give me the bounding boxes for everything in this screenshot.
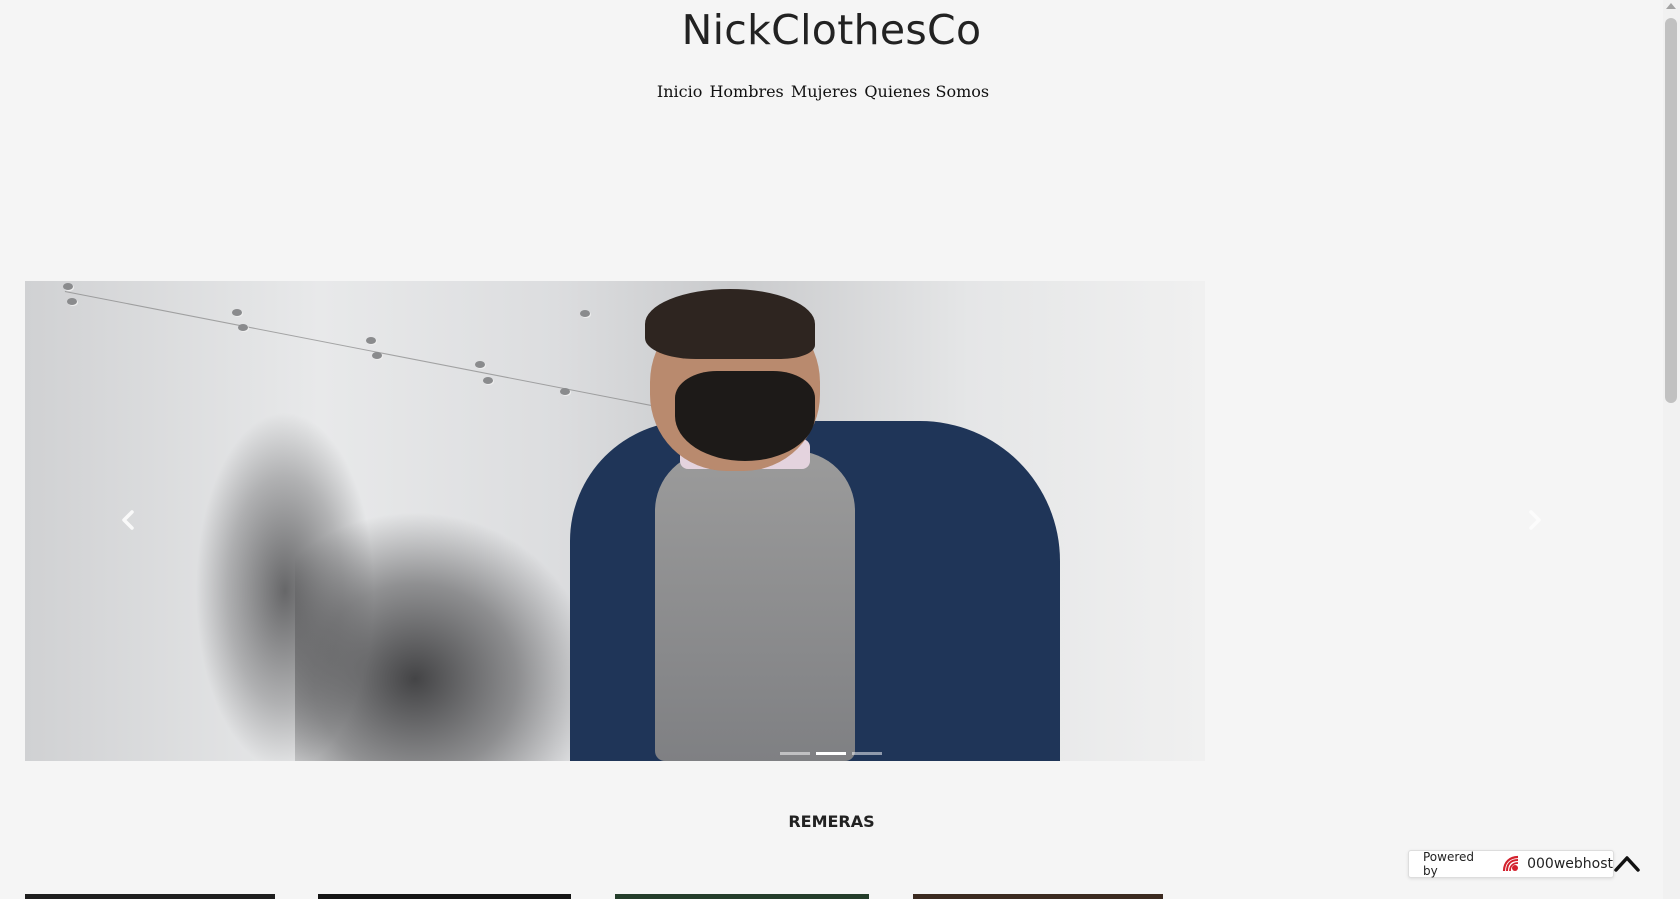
scroll-up-icon[interactable] (1666, 3, 1676, 9)
webhost-brand: 000webhost (1527, 856, 1613, 872)
product-card[interactable] (318, 894, 571, 899)
product-card[interactable] (25, 894, 275, 899)
carousel-next-button[interactable] (1520, 508, 1550, 538)
rivet (366, 337, 376, 344)
rivet (580, 310, 590, 317)
site-title: NickClothesCo (681, 6, 982, 54)
nav-item-mujeres[interactable]: Mujeres (791, 82, 857, 101)
rivet (232, 309, 242, 316)
product-card[interactable] (913, 894, 1163, 899)
rivet (560, 388, 570, 395)
rivet (67, 298, 77, 305)
scrollbar-thumb[interactable] (1665, 18, 1677, 403)
wall-seam (64, 291, 733, 422)
powered-by-label: Powered by (1423, 850, 1475, 878)
carousel-indicator-active[interactable] (816, 752, 846, 755)
hero-carousel (25, 281, 1205, 761)
carousel-indicators (780, 752, 882, 755)
wall-shadow (295, 511, 595, 761)
carousel-indicator[interactable] (780, 752, 810, 755)
product-card[interactable] (615, 894, 869, 899)
chevron-left-icon (122, 510, 134, 530)
section-title: REMERAS (788, 812, 875, 831)
hero-model-beard (675, 371, 815, 461)
powered-by-badge[interactable]: Powered by 000webhost (1408, 850, 1614, 878)
hero-model-sweater (655, 451, 855, 761)
chevron-up-icon (1614, 856, 1640, 872)
carousel-indicator[interactable] (852, 752, 882, 755)
carousel-prev-button[interactable] (113, 508, 143, 538)
nav-item-hombres[interactable]: Hombres (709, 82, 783, 101)
main-nav: Inicio Hombres Mujeres Quienes Somos (0, 82, 1646, 101)
rivet (238, 324, 248, 331)
rivet (63, 283, 73, 290)
chevron-right-icon (1529, 510, 1541, 530)
rivet (475, 361, 485, 368)
rivet (372, 352, 382, 359)
hero-model-hair (645, 289, 815, 359)
back-to-top-button[interactable] (1612, 850, 1642, 876)
rivet (483, 377, 493, 384)
nav-item-quienes-somos[interactable]: Quienes Somos (864, 82, 989, 101)
webhost-logo-icon (1501, 854, 1521, 874)
nav-item-inicio[interactable]: Inicio (657, 82, 702, 101)
